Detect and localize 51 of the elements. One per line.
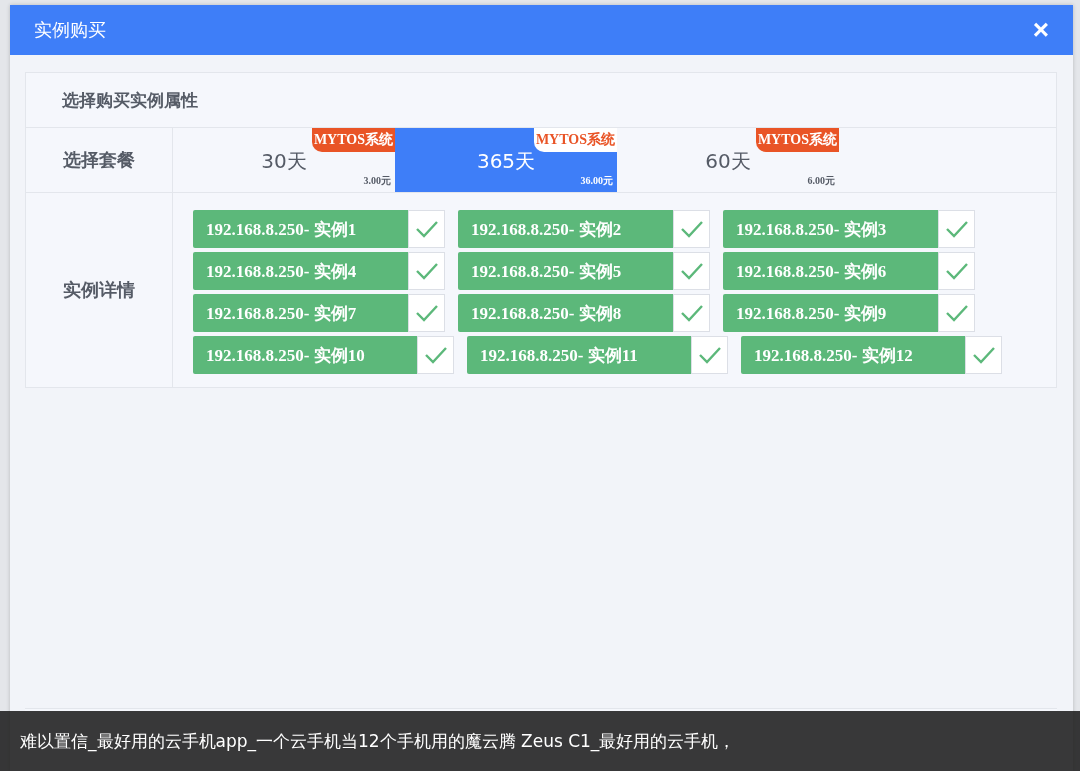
- price-label: 3.00元: [363, 174, 391, 188]
- instance-tag: 192.168.8.250- 实例12: [741, 336, 965, 374]
- instance-tag: 192.168.8.250- 实例10: [193, 336, 417, 374]
- package-option[interactable]: 30天 MYTOS系统 3.00元: [173, 128, 395, 192]
- instance-tag: 192.168.8.250- 实例11: [467, 336, 691, 374]
- instance-checkbox[interactable]: [417, 336, 454, 374]
- instance-checkbox[interactable]: [673, 252, 710, 290]
- check-icon: [679, 303, 704, 323]
- instance-checkbox[interactable]: [938, 294, 975, 332]
- check-icon: [679, 219, 704, 239]
- instance-tag: 192.168.8.250- 实例6: [723, 252, 938, 290]
- check-icon: [414, 303, 439, 323]
- system-badge: MYTOS系统: [533, 128, 617, 152]
- check-icon: [944, 303, 969, 323]
- price-label: 6.00元: [807, 174, 835, 188]
- instance-checkbox[interactable]: [938, 210, 975, 248]
- price-label: 36.00元: [580, 174, 613, 188]
- system-badge: MYTOS系统: [311, 128, 395, 152]
- check-icon: [971, 345, 996, 365]
- instance-checkbox[interactable]: [938, 252, 975, 290]
- instance-checkbox[interactable]: [408, 210, 445, 248]
- check-icon: [679, 261, 704, 281]
- package-option[interactable]: 60天 MYTOS系统 6.00元: [617, 128, 839, 192]
- package-option[interactable]: 365天 MYTOS系统 36.00元: [395, 128, 617, 192]
- check-icon: [414, 219, 439, 239]
- instance-tag: 192.168.8.250- 实例9: [723, 294, 938, 332]
- row-label: 实例详情: [63, 278, 135, 302]
- instance-tag: 192.168.8.250- 实例1: [193, 210, 408, 248]
- system-badge: MYTOS系统: [755, 128, 839, 152]
- check-icon: [944, 219, 969, 239]
- instance-tag: 192.168.8.250- 实例2: [458, 210, 673, 248]
- instance-tag: 192.168.8.250- 实例8: [458, 294, 673, 332]
- close-button[interactable]: ×: [1028, 16, 1053, 44]
- section-title: 选择购买实例属性: [62, 88, 198, 112]
- check-icon: [944, 261, 969, 281]
- instance-checkbox[interactable]: [673, 210, 710, 248]
- instance-checkbox[interactable]: [408, 252, 445, 290]
- row-label: 选择套餐: [63, 148, 135, 172]
- instance-checkbox[interactable]: [673, 294, 710, 332]
- instance-tag: 192.168.8.250- 实例7: [193, 294, 408, 332]
- instance-checkbox[interactable]: [408, 294, 445, 332]
- instance-checkbox[interactable]: [965, 336, 1002, 374]
- check-icon: [697, 345, 722, 365]
- check-icon: [423, 345, 448, 365]
- instance-checkbox[interactable]: [691, 336, 728, 374]
- caption-text: 难以置信_最好用的云手机app_一个云手机当12个手机用的魔云腾 Zeus C1_最好用的云手机，: [20, 729, 736, 753]
- instance-tag: 192.168.8.250- 实例4: [193, 252, 408, 290]
- instance-tag: 192.168.8.250- 实例5: [458, 252, 673, 290]
- dialog-title: 实例购买: [34, 18, 106, 42]
- instance-tag: 192.168.8.250- 实例3: [723, 210, 938, 248]
- check-icon: [414, 261, 439, 281]
